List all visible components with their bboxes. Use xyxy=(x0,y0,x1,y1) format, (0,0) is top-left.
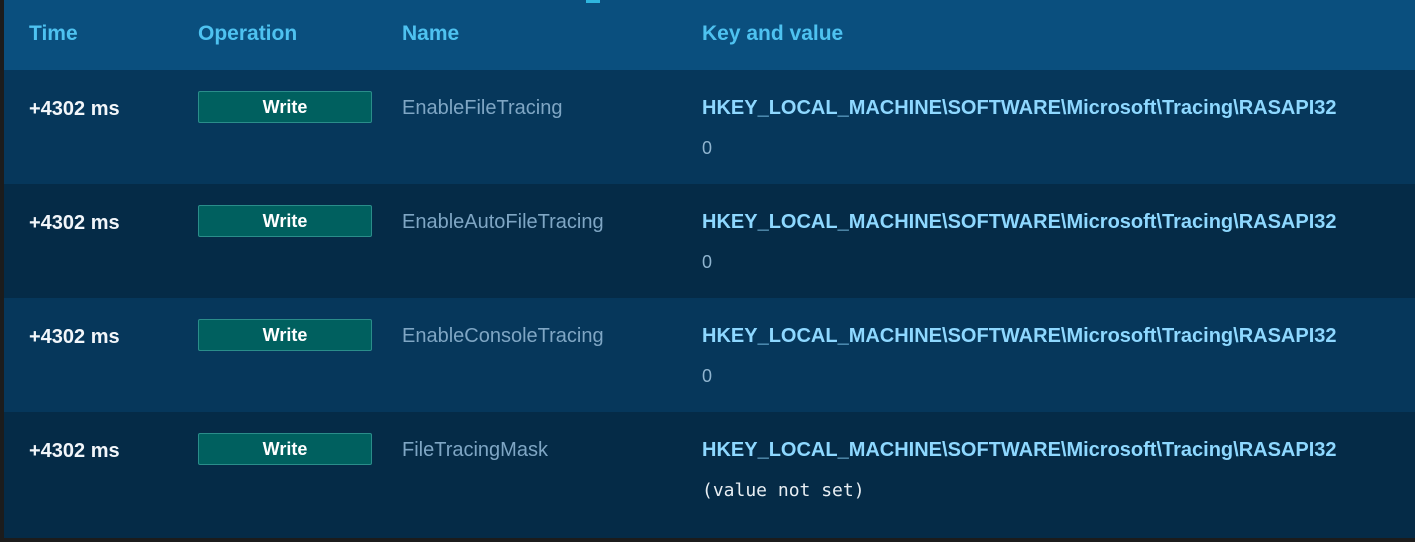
row-value: 0 xyxy=(702,366,713,386)
row-registry-key: HKEY_LOCAL_MACHINE\SOFTWARE\Microsoft\Tr… xyxy=(702,211,1337,233)
operation-badge: Write xyxy=(198,91,372,123)
row-name: EnableAutoFileTracing xyxy=(402,211,604,233)
table-header: Time Operation Name Key and value xyxy=(4,0,1415,70)
column-header-key-and-value[interactable]: Key and value xyxy=(702,22,843,46)
row-value: 0 xyxy=(702,138,713,158)
operation-badge: Write xyxy=(198,433,372,465)
row-name: EnableFileTracing xyxy=(402,97,563,119)
row-value: 0 xyxy=(702,252,713,272)
table-row[interactable]: +4302 ms Write FileTracingMask HKEY_LOCA… xyxy=(4,412,1415,526)
row-time: +4302 ms xyxy=(29,440,120,462)
table-row[interactable]: +4302 ms Write EnableFileTracing HKEY_LO… xyxy=(4,70,1415,184)
row-name: EnableConsoleTracing xyxy=(402,325,604,347)
operation-badge: Write xyxy=(198,319,372,351)
registry-activity-table: Time Operation Name Key and value +4302 … xyxy=(4,0,1415,538)
row-value: (value not set) xyxy=(702,480,865,501)
row-time: +4302 ms xyxy=(29,212,120,234)
row-registry-key: HKEY_LOCAL_MACHINE\SOFTWARE\Microsoft\Tr… xyxy=(702,325,1337,347)
operation-badge: Write xyxy=(198,205,372,237)
column-header-time[interactable]: Time xyxy=(29,22,78,46)
row-registry-key: HKEY_LOCAL_MACHINE\SOFTWARE\Microsoft\Tr… xyxy=(702,439,1337,461)
column-header-name[interactable]: Name xyxy=(402,22,459,46)
header-accent-mark xyxy=(586,0,600,3)
row-time: +4302 ms xyxy=(29,98,120,120)
row-registry-key: HKEY_LOCAL_MACHINE\SOFTWARE\Microsoft\Tr… xyxy=(702,97,1337,119)
table-row[interactable]: +4302 ms Write EnableConsoleTracing HKEY… xyxy=(4,298,1415,412)
column-header-operation[interactable]: Operation xyxy=(198,22,297,46)
table-row[interactable]: +4302 ms Write EnableAutoFileTracing HKE… xyxy=(4,184,1415,298)
row-name: FileTracingMask xyxy=(402,439,548,461)
row-time: +4302 ms xyxy=(29,326,120,348)
